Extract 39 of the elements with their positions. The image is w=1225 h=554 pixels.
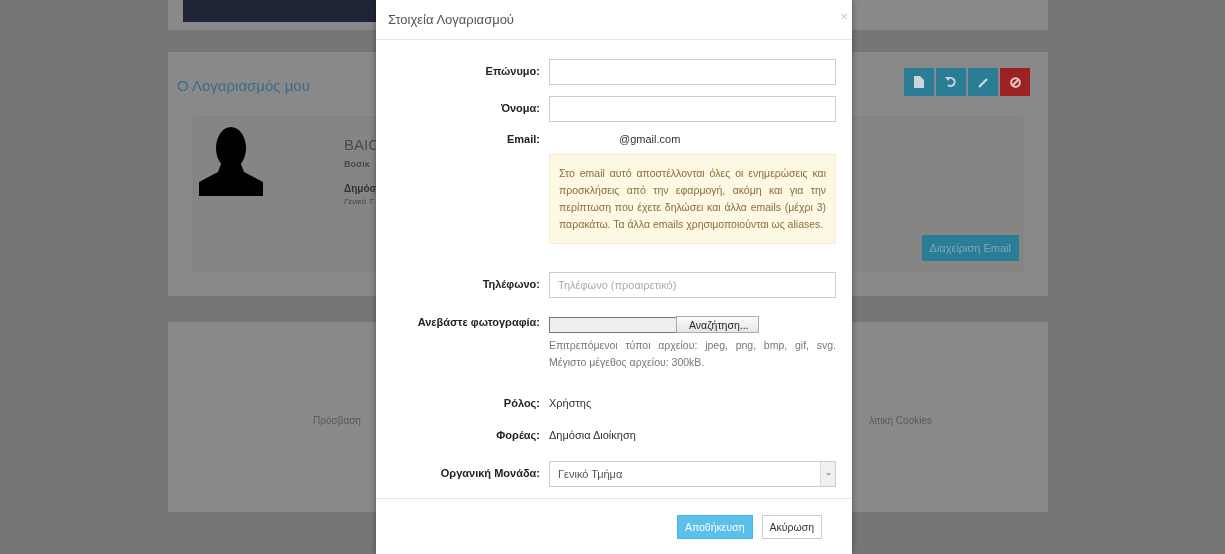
- field-label: Τηλέφωνο:: [481, 277, 540, 290]
- text-field[interactable]: Τηλέφωνο (προαιρετικό): [549, 272, 836, 298]
- caret-icon: [825, 472, 831, 476]
- cancel-button[interactable]: Ακύρωση: [761, 515, 822, 539]
- select-field[interactable]: Γενικό Τμήμα: [549, 461, 836, 487]
- undo-icon: [945, 76, 957, 88]
- manage-email-button[interactable]: Διαχείριση Email: [921, 235, 1019, 261]
- profile-unit: Γενικό Τ: [344, 197, 375, 206]
- field-value: Δημόσια Διοίκηση: [549, 429, 637, 441]
- field-label: Ρόλος:: [502, 397, 540, 409]
- text-field[interactable]: [549, 59, 836, 85]
- close-button[interactable]: ×: [840, 9, 848, 30]
- pencil-icon: [977, 76, 989, 88]
- toolbar-button[interactable]: [968, 68, 998, 96]
- help-text: Επιτρεπόμενοι τύποι αρχείου: jpeg, png, bmp, gif, svg. Μέγιστο μέγεθος αρχείου: 300kB.: [549, 338, 836, 370]
- toolbar-button[interactable]: [1000, 68, 1030, 96]
- field-label: Ανεβάστε φωτογραφία:: [416, 316, 540, 328]
- info-alert: Στο email αυτό αποστέλλονται όλες οι ενημερώσεις και προσκλήσεις από την εφαρμογή, ακόμη και για την περίπτωση που έχετε δηλώσει και άλλα emails (μέχρι 3) παρακάτω. Τα άλλα emails χρησιμοποιούνται ως aliases.: [549, 154, 836, 244]
- toolbar-button[interactable]: [904, 68, 934, 96]
- browse-button[interactable]: Αναζήτηση...: [676, 316, 760, 333]
- field-label: Email:: [506, 133, 540, 145]
- text-field[interactable]: [549, 96, 836, 122]
- save-button[interactable]: Αποθήκευση: [676, 515, 753, 539]
- field-value: Χρήστης: [549, 397, 593, 409]
- dialog-title: Στοιχεία Λογαριασμού: [388, 12, 514, 27]
- panel-title: Ο Λογαριασμός μου: [177, 75, 310, 94]
- file-name-field[interactable]: [549, 316, 676, 333]
- field-value: @gmail.com: [618, 133, 682, 145]
- document-icon: [914, 76, 924, 88]
- avatar-silhouette-icon: [199, 126, 263, 196]
- profile-name: BAIC: [344, 136, 379, 153]
- field-label: Φορέας:: [495, 429, 540, 441]
- toolbar-button[interactable]: [936, 68, 966, 96]
- field-label: Οργανική Μονάδα:: [439, 466, 540, 479]
- profile-role: Βοσικ: [344, 159, 371, 169]
- field-label: Όνομα:: [499, 101, 540, 114]
- ban-icon: [1009, 76, 1021, 88]
- profile-organization: Δημόσ: [344, 183, 378, 194]
- field-label: Επώνυμο:: [484, 64, 540, 77]
